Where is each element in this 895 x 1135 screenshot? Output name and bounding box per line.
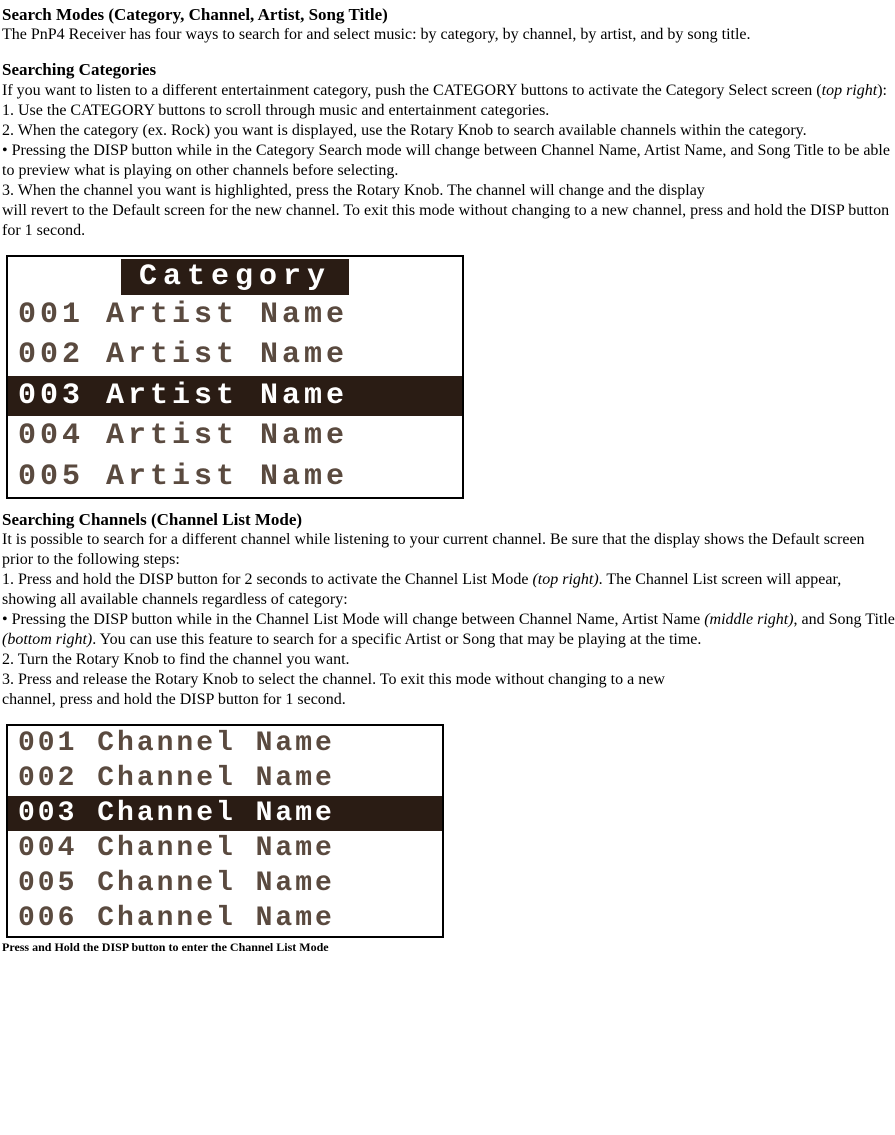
lcd-category-screen: Category 001 Artist Name002 Artist Name0… [6, 255, 464, 500]
lcd-row: 003 Channel Name [8, 796, 442, 831]
channels-step-3a: 3. Press and release the Rotary Knob to … [2, 670, 895, 690]
categories-intro: If you want to listen to a different ent… [2, 81, 895, 101]
channels-intro: It is possible to search for a different… [2, 530, 895, 570]
categories-step-1: 1. Use the CATEGORY buttons to scroll th… [2, 101, 895, 121]
text: ): [877, 82, 887, 99]
text: • Pressing the DISP button while in the … [2, 611, 704, 628]
ref-top-right: top right [822, 82, 878, 99]
intro-search-modes: The PnP4 Receiver has four ways to searc… [2, 25, 895, 45]
heading-searching-channels: Searching Channels (Channel List Mode) [2, 509, 895, 530]
lcd-row: 001 Artist Name [8, 295, 462, 336]
ref-top-right: (top right) [532, 571, 598, 588]
lcd-row: 005 Artist Name [8, 457, 462, 498]
lcd-channel-list-caption: Press and Hold the DISP button to enter … [2, 940, 895, 955]
categories-step-3b: will revert to the Default screen for th… [2, 201, 895, 241]
lcd-row: 006 Channel Name [8, 901, 442, 936]
ref-middle-right: (middle right) [704, 611, 793, 628]
ref-bottom-right: (bottom right) [2, 631, 92, 648]
channels-bullet: • Pressing the DISP button while in the … [2, 610, 895, 650]
text: , and Song Title [794, 611, 895, 628]
heading-searching-categories: Searching Categories [2, 59, 895, 80]
text: . You can use this feature to search for… [92, 631, 701, 648]
lcd-row: 004 Channel Name [8, 831, 442, 866]
lcd-channel-list-screen: 001 Channel Name002 Channel Name003 Chan… [6, 724, 444, 938]
channels-step-1: 1. Press and hold the DISP button for 2 … [2, 570, 895, 610]
lcd-row: 002 Artist Name [8, 335, 462, 376]
lcd-header-label: Category [121, 259, 349, 295]
lcd-row: 005 Channel Name [8, 866, 442, 901]
text: If you want to listen to a different ent… [2, 82, 822, 99]
categories-step-2: 2. When the category (ex. Rock) you want… [2, 121, 895, 141]
categories-step-3a: 3. When the channel you want is highligh… [2, 181, 895, 201]
lcd-row: 002 Channel Name [8, 761, 442, 796]
text: 1. Press and hold the DISP button for 2 … [2, 571, 532, 588]
lcd-row: 003 Artist Name [8, 376, 462, 417]
channels-step-3b: channel, press and hold the DISP button … [2, 690, 895, 710]
lcd-row: 001 Channel Name [8, 726, 442, 761]
heading-search-modes: Search Modes (Category, Channel, Artist,… [2, 4, 895, 25]
lcd-row: 004 Artist Name [8, 416, 462, 457]
categories-bullet: • Pressing the DISP button while in the … [2, 141, 895, 181]
lcd-header: Category [8, 257, 462, 295]
channels-step-2: 2. Turn the Rotary Knob to find the chan… [2, 650, 895, 670]
